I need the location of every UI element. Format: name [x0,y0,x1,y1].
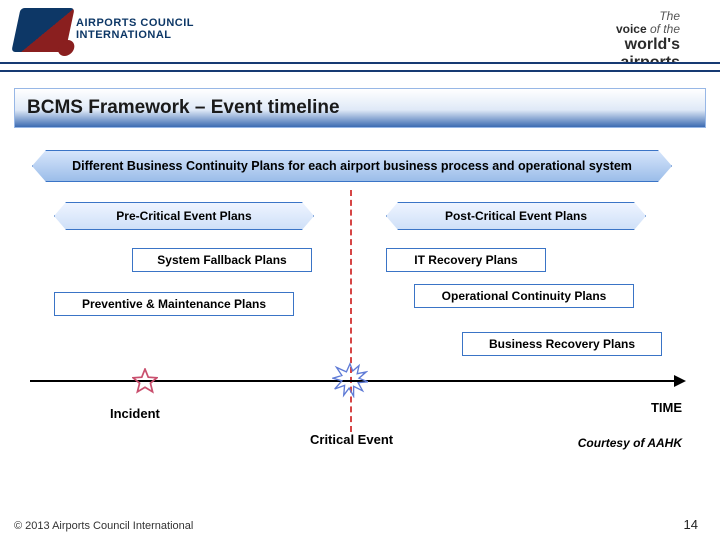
pre-critical-box: Pre-Critical Event Plans [54,202,314,230]
operational-continuity-box: Operational Continuity Plans [414,284,634,308]
banner-text: Different Business Continuity Plans for … [72,159,632,173]
pre-critical-label: Pre-Critical Event Plans [116,209,251,223]
system-fallback-label: System Fallback Plans [157,253,286,267]
incident-label: Incident [110,406,160,421]
it-recovery-box: IT Recovery Plans [386,248,546,272]
time-label: TIME [651,400,682,415]
slide-title: BCMS Framework – Event timeline [14,88,706,128]
preventive-maintenance-label: Preventive & Maintenance Plans [82,297,266,311]
post-critical-label: Post-Critical Event Plans [445,209,587,223]
preventive-maintenance-box: Preventive & Maintenance Plans [54,292,294,316]
it-recovery-label: IT Recovery Plans [414,253,517,267]
tagline-the: The [659,9,680,23]
header-rule-icon [0,62,720,72]
banner-chevron: Different Business Continuity Plans for … [32,150,672,182]
incident-star-icon [132,368,158,394]
post-critical-box: Post-Critical Event Plans [386,202,646,230]
tagline-of: of the [650,22,680,36]
system-fallback-box: System Fallback Plans [132,248,312,272]
courtesy-label: Courtesy of AAHK [578,436,682,450]
business-recovery-label: Business Recovery Plans [489,337,635,351]
critical-event-label: Critical Event [310,432,393,447]
page-number: 14 [684,517,698,532]
aci-logo-mark-icon [11,8,74,52]
aci-logo: AIRPORTS COUNCIL INTERNATIONAL [16,8,194,52]
critical-event-starburst-icon [332,362,368,398]
org-name-line2: INTERNATIONAL [76,30,194,42]
copyright: © 2013 Airports Council International [14,520,193,532]
tagline-voice: voice [616,22,647,36]
diagram: Different Business Continuity Plans for … [14,140,706,490]
operational-continuity-label: Operational Continuity Plans [442,289,607,303]
aci-logo-text: AIRPORTS COUNCIL INTERNATIONAL [76,18,194,41]
page-header: AIRPORTS COUNCIL INTERNATIONAL The voice… [0,0,720,72]
business-recovery-box: Business Recovery Plans [462,332,662,356]
tagline-worlds: world's [625,36,680,53]
